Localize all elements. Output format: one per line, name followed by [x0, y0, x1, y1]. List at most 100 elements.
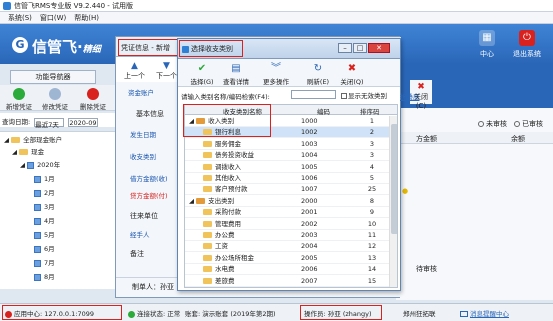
dialog-caption: 选择收支类别 [179, 40, 243, 57]
app-center-button[interactable]: ▦ 中心 [470, 28, 504, 60]
table-scrollbar[interactable] [389, 116, 397, 287]
tree-node[interactable]: 7月 [34, 258, 55, 269]
delete-voucher-button[interactable]: 删除凭证 [76, 86, 110, 111]
account-tree: ◢ 全部现金账户 ◢ 现金 ◢ 2020年 1月 2月 3月 4月 5月 6月 … [0, 131, 116, 289]
prev-button[interactable]: ▲ 上一个 [124, 61, 145, 81]
exit-system-button[interactable]: ⏻ 退出系统 [510, 28, 544, 60]
show-invalid-checkbox[interactable]: 显示无效类别 [341, 90, 387, 100]
table-row[interactable]: 调拨收入 1005 4 [185, 162, 389, 173]
tree-node[interactable]: 4月 [34, 216, 55, 227]
tree-node[interactable]: 8月 [34, 272, 55, 283]
row-code: 2005 [301, 253, 318, 262]
edit-voucher-button[interactable]: 修改凭证 [38, 86, 72, 111]
close-dialog-button[interactable]: ✕ [368, 43, 390, 53]
credit-field-label: 贷方金额(付) [130, 192, 168, 200]
row-code: 1004 [301, 151, 318, 160]
row-name: 债务投资收益 [203, 150, 254, 161]
folder-icon [11, 137, 21, 143]
search-input[interactable] [291, 90, 336, 99]
folder-icon [203, 163, 212, 170]
calendar-icon [34, 245, 41, 253]
table-row[interactable]: 客户预付款 1007 25 [185, 184, 389, 196]
brand-logo-icon: G [12, 37, 28, 53]
arrow-up-icon: ▲ [131, 61, 138, 71]
table-row[interactable]: 差旅费 2007 15 [185, 276, 389, 287]
table-row[interactable]: 办公场所租金 2005 13 [185, 253, 389, 264]
table-row[interactable]: 管理费用 2002 10 [185, 219, 389, 230]
table-row[interactable]: ◢ 支出类别 2000 8 [185, 196, 389, 207]
table-row[interactable]: 水电费 2006 14 [185, 264, 389, 276]
row-order: 13 [367, 253, 377, 262]
tree-node[interactable]: ◢ 现金 [12, 147, 44, 158]
unaudited-radio[interactable]: 未审核 [478, 119, 507, 129]
voucher-caption: 凭证信息 - 新增 [118, 39, 178, 56]
menu-system[interactable]: 系统(S) [8, 13, 32, 23]
view-detail-button[interactable]: ▤ 查看详情 [222, 61, 250, 86]
row-order: 9 [369, 208, 375, 217]
minimize-button[interactable]: – [338, 43, 352, 53]
tree-node[interactable]: 6月 [34, 244, 55, 255]
table-row[interactable]: 其他收入 1006 5 [185, 173, 389, 184]
window-title-bar: 信管飞RMS专业版 V9.2.440 - 试用版 [0, 0, 553, 12]
refresh-button[interactable]: ↻ 刷新(E) [304, 61, 332, 86]
date-from-input[interactable]: 2020-09 [68, 117, 99, 127]
row-code: 2003 [301, 231, 318, 239]
status-bar: 应用中心: 127.0.0.1:7099 连接状态: 正常 账套: 演示账套 (… [0, 303, 553, 321]
table-row[interactable]: 办公费 2003 11 [185, 230, 389, 241]
creator-label: 制单人：孙亚 [132, 283, 174, 291]
tree-node[interactable]: 5月 [34, 230, 55, 241]
folder-icon [203, 152, 212, 159]
audit-status: 待审核 [416, 265, 437, 273]
remark-field-label: 备注 [130, 250, 144, 258]
tree-node[interactable]: 3月 [34, 202, 55, 213]
app-center-icon [5, 310, 12, 318]
col-order-header[interactable]: 排序码 [360, 106, 380, 116]
collapse-link[interactable]: 折叠层 [400, 91, 420, 101]
tree-node[interactable]: 1月 [34, 174, 55, 185]
tree-node[interactable]: ◢ 全部现金账户 [4, 135, 62, 146]
tree-node[interactable]: 2月 [34, 188, 55, 199]
refresh-icon: ↻ [313, 63, 323, 74]
calendar-icon [34, 203, 41, 211]
maximize-button[interactable]: □ [353, 43, 367, 53]
table-row[interactable]: 工资 2004 12 [185, 241, 389, 253]
new-voucher-button[interactable]: 新增凭证 [2, 86, 36, 111]
folder-icon [203, 175, 212, 181]
row-name: 差旅费 [203, 276, 235, 287]
app-center-status: 应用中心: 127.0.0.1:7099 [5, 308, 94, 318]
calendar-icon [34, 189, 41, 197]
select-button[interactable]: ✔ 选择(G) [188, 61, 216, 86]
more-actions-button[interactable]: ︾ 更多操作 [262, 61, 290, 86]
col-code-header[interactable]: 编码 [317, 106, 330, 116]
audited-radio[interactable]: 已审核 [514, 119, 543, 129]
partner-field-label: 往来单位 [130, 212, 158, 220]
nav-tab[interactable]: 功能导航器 [10, 70, 96, 84]
handler-field-label: 经手人 [130, 231, 150, 239]
menu-window[interactable]: 窗口(W) [40, 13, 66, 23]
tree-node[interactable]: ◢ 2020年 [20, 160, 60, 171]
message-center[interactable]: 消息提醒中心 [460, 308, 509, 318]
expand-icon[interactable]: ◢ [189, 197, 196, 205]
next-button[interactable]: ▼ 下一个 [156, 61, 177, 81]
row-code: 2001 [301, 208, 318, 217]
row-code: 2006 [301, 265, 318, 274]
table-row[interactable]: 采购付款 2001 9 [185, 207, 389, 219]
row-name: 工资 [203, 241, 228, 252]
row-name-text: 支出类别 [208, 196, 235, 205]
row-order: 25 [367, 185, 377, 194]
highlight-box [183, 104, 271, 137]
row-name-text: 管理费用 [215, 219, 241, 228]
folder-icon [203, 254, 212, 261]
row-name-text: 办公场所租金 [215, 253, 254, 262]
table-row[interactable]: 服务佣金 1003 3 [185, 139, 389, 150]
table-row[interactable]: 债务投资收益 1004 3 [185, 150, 389, 162]
row-name-text: 债务投资收益 [215, 151, 254, 160]
date-range-select[interactable]: 最近7天 [34, 117, 65, 129]
date-label: 查询日期: [2, 118, 31, 126]
row-name-text: 工资 [215, 242, 228, 251]
close-button[interactable]: ✖ 关闭(Q) [338, 61, 366, 86]
arrow-down-icon: ▼ [163, 61, 170, 71]
row-name: 调拨收入 [203, 162, 241, 173]
scroll-thumb[interactable] [391, 124, 397, 234]
menu-help[interactable]: 帮助(H) [74, 13, 99, 23]
